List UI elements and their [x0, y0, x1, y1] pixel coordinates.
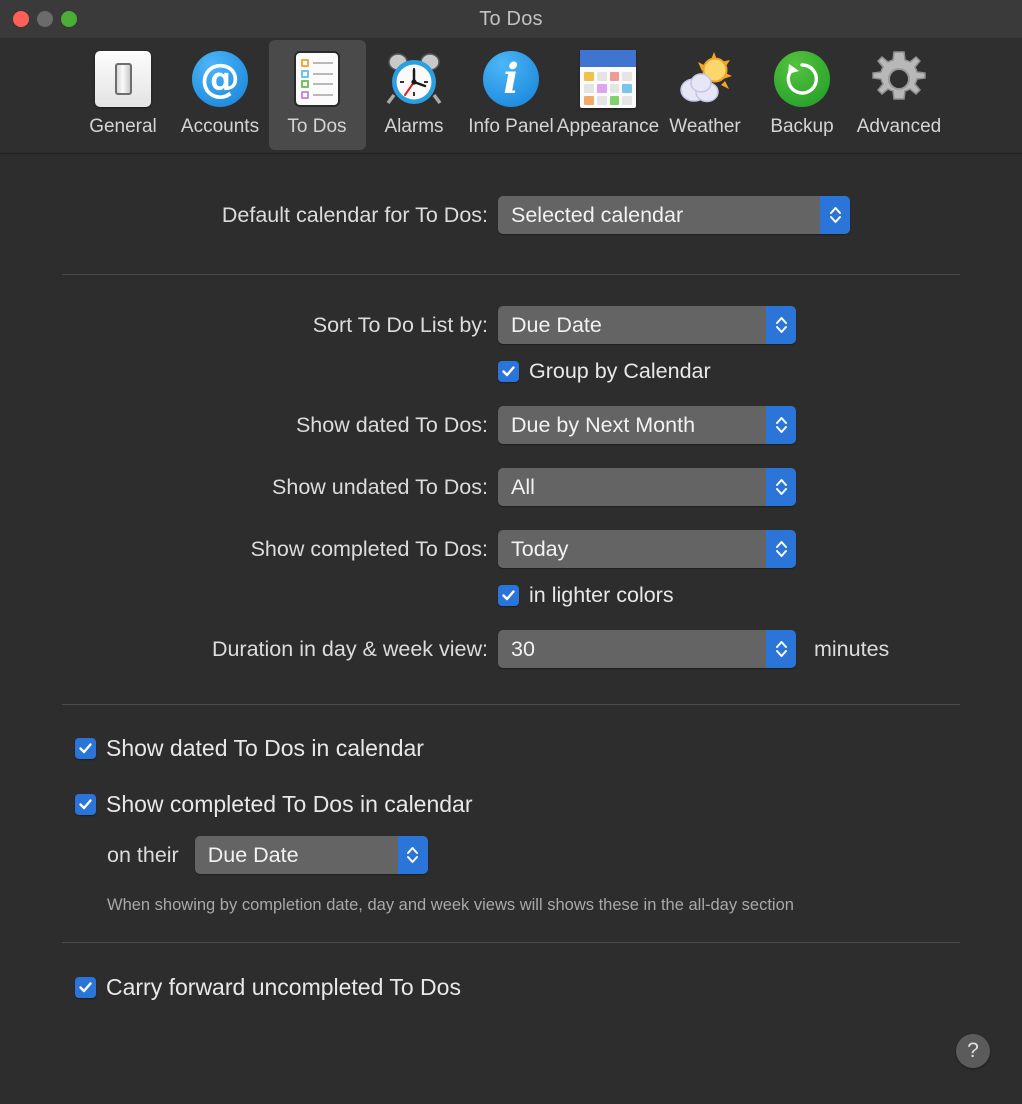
show-undated-popup[interactable]: All	[498, 468, 796, 506]
default-calendar-popup[interactable]: Selected calendar	[498, 196, 850, 234]
duration-label: Duration in day & week view:	[211, 636, 488, 661]
sun-cloud-icon	[674, 48, 736, 110]
default-calendar-label: Default calendar for To Dos:	[221, 202, 488, 227]
calendar-grid-icon	[577, 48, 639, 110]
info-circle-icon: i	[480, 48, 542, 110]
sort-by-label: Sort To Do List by:	[312, 312, 488, 337]
on-their-value: Due Date	[207, 842, 299, 867]
duration-unit-label: minutes	[814, 636, 890, 661]
lighter-colors-label: in lighter colors	[529, 583, 674, 607]
restore-circle-icon	[771, 48, 833, 110]
duration-stepper[interactable]: 30	[498, 630, 796, 668]
chevron-updown-icon	[766, 406, 796, 444]
row-show-dated: Show dated To Dos: Due by Next Month	[62, 406, 960, 444]
tab-to-dos-label: To Dos	[287, 116, 347, 137]
carry-forward-label: Carry forward uncompleted To Dos	[106, 974, 461, 1001]
checkbox-checked-icon	[498, 585, 519, 606]
tab-accounts[interactable]: @ Accounts	[172, 40, 269, 150]
chevron-updown-icon	[766, 306, 796, 344]
checklist-icon	[286, 48, 348, 110]
checkbox-checked-icon	[498, 361, 519, 382]
lighter-colors-checkbox[interactable]: in lighter colors	[498, 583, 674, 608]
tab-backup[interactable]: Backup	[754, 40, 851, 150]
show-dated-in-calendar-label: Show dated To Dos in calendar	[106, 735, 424, 761]
preferences-window: To Dos General @ Accounts To Dos Alarms …	[0, 0, 1022, 1104]
row-show-completed: Show completed To Dos: Today	[62, 530, 960, 568]
row-on-their: on their Due Date	[107, 836, 960, 874]
row-duration: Duration in day & week view: 30 minutes	[62, 630, 960, 668]
tab-advanced-label: Advanced	[856, 116, 942, 137]
tab-general-label: General	[89, 116, 157, 137]
help-button[interactable]: ?	[956, 1034, 990, 1068]
duration-value: 30	[511, 636, 535, 661]
tab-alarms[interactable]: Alarms	[366, 40, 463, 150]
tab-weather-label: Weather	[669, 116, 741, 137]
group-by-calendar-checkbox[interactable]: Group by Calendar	[498, 359, 711, 384]
chevron-updown-icon	[766, 630, 796, 668]
on-their-popup[interactable]: Due Date	[194, 836, 428, 874]
title-bar: To Dos	[0, 0, 1022, 38]
tab-alarms-label: Alarms	[384, 116, 444, 137]
row-group-by-calendar: Group by Calendar	[62, 359, 960, 384]
preferences-toolbar: General @ Accounts To Dos Alarms i Info …	[0, 38, 1022, 154]
sort-by-popup[interactable]: Due Date	[498, 306, 796, 344]
close-button[interactable]	[13, 11, 29, 27]
chevron-updown-icon	[766, 468, 796, 506]
tab-appearance[interactable]: Appearance	[556, 40, 660, 150]
separator-3	[62, 942, 960, 944]
window-title: To Dos	[479, 7, 543, 30]
zoom-button[interactable]	[61, 11, 77, 27]
tab-accounts-label: Accounts	[180, 116, 260, 137]
show-completed-in-calendar-label: Show completed To Dos in calendar	[106, 791, 473, 817]
tab-appearance-label: Appearance	[556, 116, 660, 137]
show-dated-popup[interactable]: Due by Next Month	[498, 406, 796, 444]
checkbox-checked-icon	[75, 738, 96, 759]
on-their-label: on their	[107, 842, 179, 867]
checkbox-checked-icon	[75, 977, 96, 999]
separator-2	[62, 704, 960, 705]
default-calendar-value: Selected calendar	[511, 202, 684, 227]
row-show-undated: Show undated To Dos: All	[62, 468, 960, 506]
chevron-updown-icon	[766, 530, 796, 568]
show-completed-in-calendar-checkbox[interactable]: Show completed To Dos in calendar	[75, 791, 960, 818]
show-undated-label: Show undated To Dos:	[272, 474, 488, 499]
tab-info-panel[interactable]: i Info Panel	[463, 40, 560, 150]
tab-info-panel-label: Info Panel	[468, 116, 554, 137]
chevron-updown-icon	[397, 836, 428, 874]
checkbox-checked-icon	[75, 794, 96, 815]
show-completed-popup[interactable]: Today	[498, 530, 796, 568]
tab-to-dos[interactable]: To Dos	[268, 40, 366, 150]
show-dated-label: Show dated To Dos:	[295, 412, 488, 437]
traffic-lights	[13, 11, 77, 27]
row-lighter-colors: in lighter colors	[62, 583, 960, 608]
row-default-calendar: Default calendar for To Dos: Selected ca…	[62, 196, 960, 234]
tab-weather[interactable]: Weather	[657, 40, 754, 150]
light-switch-icon	[92, 48, 154, 110]
show-dated-value: Due by Next Month	[511, 412, 696, 437]
chevron-updown-icon	[820, 196, 850, 234]
show-completed-label: Show completed To Dos:	[250, 536, 488, 561]
gear-icon	[868, 48, 930, 110]
completion-hint-text: When showing by completion date, day and…	[107, 896, 794, 914]
at-sign-icon: @	[189, 48, 251, 110]
settings-pane: Default calendar for To Dos: Selected ca…	[0, 154, 1022, 1104]
tab-advanced[interactable]: Advanced	[851, 40, 948, 150]
separator-1	[62, 274, 960, 275]
minimize-button[interactable]	[37, 11, 53, 27]
sort-by-value: Due Date	[511, 312, 602, 337]
alarm-clock-icon	[383, 48, 445, 110]
tab-general[interactable]: General	[75, 40, 172, 150]
tab-backup-label: Backup	[770, 116, 834, 137]
carry-forward-checkbox[interactable]: Carry forward uncompleted To Dos	[75, 974, 960, 1001]
show-undated-value: All	[511, 474, 535, 499]
show-completed-value: Today	[511, 536, 569, 561]
group-by-calendar-label: Group by Calendar	[529, 359, 711, 383]
show-dated-in-calendar-checkbox[interactable]: Show dated To Dos in calendar	[75, 735, 960, 762]
row-sort-by: Sort To Do List by: Due Date	[62, 306, 960, 344]
